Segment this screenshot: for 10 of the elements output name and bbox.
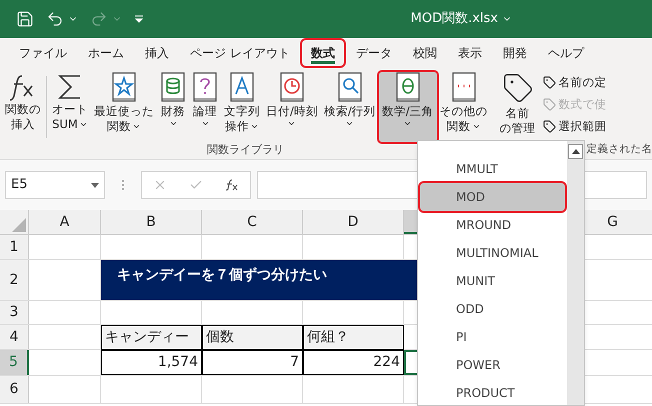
table-header-cell: 何組？ (303, 325, 404, 350)
table-header-cell: 個数 (202, 325, 303, 350)
table-cell: 1,574 (101, 350, 202, 375)
group-label: 定義された名 (586, 142, 652, 157)
cell-reference: E5 (11, 176, 28, 194)
table-header-cell: キャンディー (101, 325, 202, 350)
table-cell: 224 (303, 350, 404, 375)
table-cell: 7 (202, 350, 303, 375)
group-label: 関数ライブラリ (206, 142, 285, 158)
window-title: MOD関数.xlsx (410, 10, 498, 28)
